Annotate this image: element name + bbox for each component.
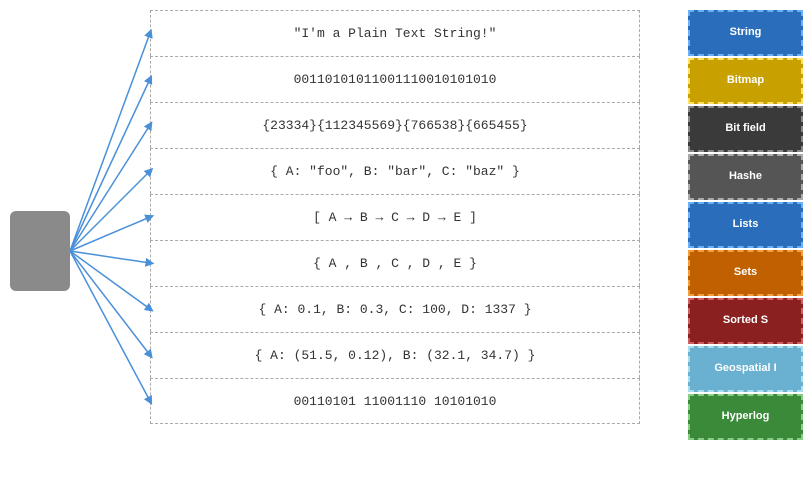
bitfield-data: {23334}{112345569}{766538}{665455}: [150, 102, 640, 148]
hyperlog-type: Hyperlog: [688, 394, 803, 440]
geospatial-type: Geospatial I: [688, 346, 803, 392]
bitfield-type: Bit field: [688, 106, 803, 152]
bitmap-data-text: 00110101011001110010101010: [294, 72, 497, 87]
bitfield-type-label: Bit field: [725, 122, 765, 135]
list-type-label: Lists: [733, 218, 759, 231]
hash-type-label: Hashe: [729, 170, 762, 183]
key-box: [10, 211, 70, 291]
set-type: Sets: [688, 250, 803, 296]
hyperlog-data-text: 00110101 11001110 10101010: [294, 394, 497, 409]
hyperlog-data: 00110101 11001110 10101010: [150, 378, 640, 424]
sortedset-data: { A: 0.1, B: 0.3, C: 100, D: 1337 }: [150, 286, 640, 332]
sortedset-type: Sorted S: [688, 298, 803, 344]
set-data-text: { A , B , C , D , E }: [313, 256, 477, 271]
set-type-label: Sets: [734, 266, 757, 279]
bitmap-type: Bitmap: [688, 58, 803, 104]
string-type: String: [688, 10, 803, 56]
string-type-label: String: [730, 26, 762, 39]
bitmap-type-label: Bitmap: [727, 74, 764, 87]
geospatial-type-label: Geospatial I: [714, 362, 776, 375]
data-column: "I'm a Plain Text String!" 00110101011001…: [150, 10, 640, 424]
geospatial-data-text: { A: (51.5, 0.12), B: (32.1, 34.7) }: [255, 348, 536, 363]
sortedset-data-text: { A: 0.1, B: 0.3, C: 100, D: 1337 }: [258, 302, 531, 317]
bitfield-data-text: {23334}{112345569}{766538}{665455}: [262, 118, 527, 133]
set-data: { A , B , C , D , E }: [150, 240, 640, 286]
type-column: String Bitmap Bit field Hashe Lists Sets Sorte…: [688, 10, 803, 442]
list-data: [ A → B → C → D → E ]: [150, 194, 640, 240]
geospatial-data: { A: (51.5, 0.12), B: (32.1, 34.7) }: [150, 332, 640, 378]
hyperlog-type-label: Hyperlog: [722, 410, 770, 423]
hash-data-text: { A: "foo", B: "bar", C: "baz" }: [270, 164, 520, 179]
hash-data: { A: "foo", B: "bar", C: "baz" }: [150, 148, 640, 194]
list-data-text: [ A → B → C → D → E ]: [313, 210, 477, 225]
string-data-text: "I'm a Plain Text String!": [294, 26, 497, 41]
hash-type: Hashe: [688, 154, 803, 200]
main-container: "I'm a Plain Text String!" 00110101011001…: [0, 0, 803, 502]
bitmap-data: 00110101011001110010101010: [150, 56, 640, 102]
list-type: Lists: [688, 202, 803, 248]
string-data: "I'm a Plain Text String!": [150, 10, 640, 56]
sortedset-type-label: Sorted S: [723, 314, 768, 327]
